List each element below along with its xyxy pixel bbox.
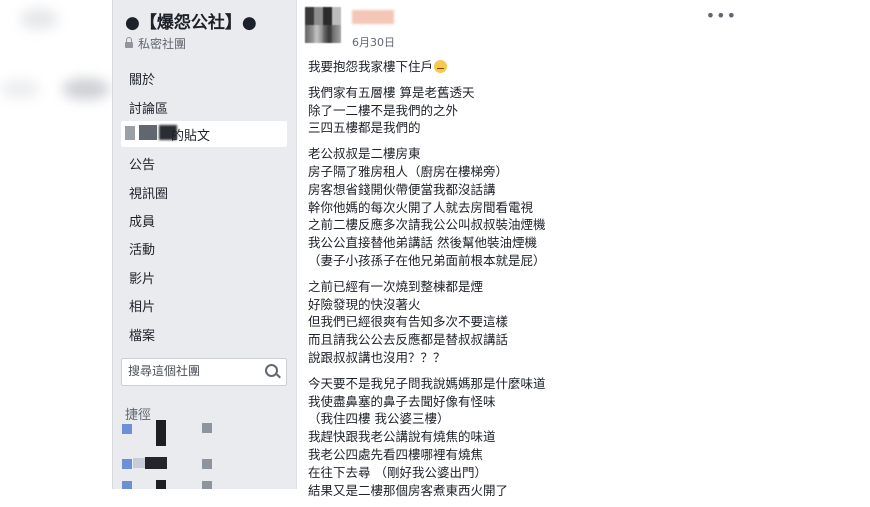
- blurred-name: [125, 126, 135, 140]
- blurred-shortcut-name: [202, 423, 212, 433]
- nav-item-members[interactable]: 成員: [129, 211, 155, 230]
- unamused-face-icon: [434, 60, 448, 73]
- nav-item-announcements[interactable]: 公告: [129, 154, 155, 173]
- post-line: 結果又是二樓那個房客煮東西火開了: [308, 482, 509, 498]
- lock-icon: [125, 37, 133, 48]
- nav-item-my-posts[interactable]: 的貼文: [121, 121, 287, 147]
- post-line: 我們家有五層樓 算是老舊透天: [308, 84, 475, 100]
- post-line: 三四五樓都是我們的: [308, 120, 421, 136]
- post-line: 而且請我公公去反應都是替叔叔講話: [308, 332, 509, 348]
- post-line: 老公叔叔是二樓房東: [308, 146, 421, 162]
- post-line: （妻子小孩孫子在他兄弟面前根本就是屁）: [308, 252, 546, 268]
- group-title[interactable]: ●【爆怨公社】●: [125, 8, 257, 33]
- post-line: 今天要不是我兒子問我說媽媽那是什麼味道: [308, 375, 546, 391]
- group-privacy: 私密社團: [125, 35, 186, 52]
- background-blurred-area: [0, 0, 112, 489]
- shortcuts-title: 捷徑: [125, 408, 152, 423]
- post-paragraph: 之前已經有一次燒到整棟都是煙 好險發現的快沒著火 但我們已經很爽有告知多次不要這…: [308, 278, 738, 367]
- author-name-blurred[interactable]: [352, 10, 394, 24]
- post-line: 說跟叔叔講也沒用？？？: [308, 349, 446, 365]
- post-line: 但我們已經很爽有告知多次不要這樣: [308, 314, 509, 330]
- post-paragraph: 我要抱怨我家樓下住戶: [308, 58, 738, 76]
- nav-item-discussion[interactable]: 討論區: [129, 98, 168, 117]
- post-line: （我住四樓 我公婆三樓）: [308, 411, 450, 427]
- blurred-shortcut-name: [156, 420, 166, 446]
- post-line: 在往下去尋 （剛好我公婆出門）: [308, 464, 487, 480]
- group-sidebar: ●【爆怨公社】● 私密社團 關於 討論區 的貼文 公告 視訊圈 成員 活動 影片…: [112, 0, 296, 489]
- post-line: 我公公直接替他弟講話 然後幫他裝油煙機: [308, 235, 537, 251]
- group-privacy-label: 私密社團: [138, 37, 187, 51]
- blurred-shortcut-name: [133, 458, 145, 468]
- nav-item-photos[interactable]: 相片: [129, 296, 155, 315]
- post-line: 我使盡鼻塞的鼻子去聞好像有怪味: [308, 393, 496, 409]
- shortcut-icon: [122, 481, 132, 489]
- group-search-input[interactable]: [128, 364, 258, 378]
- post-line: 之前已經有一次燒到整棟都是煙: [308, 278, 484, 294]
- author-avatar[interactable]: [305, 7, 341, 43]
- nav-item-files[interactable]: 檔案: [129, 325, 155, 344]
- post-line: 我老公四處先看四樓哪裡有燒焦: [308, 446, 484, 462]
- post-paragraph: 我們家有五層樓 算是老舊透天 除了一二樓不是我們的之外 三四五樓都是我們的: [308, 84, 738, 137]
- nav-item-video[interactable]: 視訊圈: [129, 183, 168, 202]
- post-date[interactable]: 6月30日: [352, 34, 395, 50]
- nav-item-my-posts-label: 的貼文: [171, 129, 211, 144]
- nav-item-about[interactable]: 關於: [129, 69, 155, 88]
- search-icon[interactable]: [265, 364, 278, 377]
- post-line: 房子隔了雅房租人（廚房在樓梯旁）: [308, 163, 509, 179]
- post-body: 我要抱怨我家樓下住戶 我們家有五層樓 算是老舊透天 除了一二樓不是我們的之外 三…: [308, 58, 738, 507]
- shortcut-icon: [122, 424, 132, 434]
- group-search[interactable]: [121, 358, 287, 386]
- post-paragraph: 老公叔叔是二樓房東 房子隔了雅房租人（廚房在樓梯旁） 房客想省錢開伙帶便當我都沒…: [308, 145, 738, 270]
- post-line: 房客想省錢開伙帶便當我都沒話講: [308, 181, 496, 197]
- post-line: 之前二樓反應多次請我公公叫叔叔裝油煙機: [308, 217, 546, 233]
- nav-item-events[interactable]: 活動: [129, 239, 155, 258]
- right-background: [747, 0, 870, 489]
- post-line: 我趕快跟我老公講說有燒焦的味道: [308, 429, 496, 445]
- blurred-name: [139, 125, 157, 140]
- post-paragraph: 今天要不是我兒子問我說媽媽那是什麼味道 我使盡鼻塞的鼻子去聞好像有怪味 （我住四…: [308, 375, 738, 500]
- post-line: 除了一二樓不是我們的之外: [308, 102, 459, 118]
- post-line: 我要抱怨我家樓下住戶: [308, 58, 738, 76]
- more-options-icon[interactable]: •••: [706, 6, 737, 25]
- nav-item-videos[interactable]: 影片: [129, 268, 155, 287]
- blurred-shortcut-name: [156, 480, 166, 489]
- shortcut-icon: [122, 459, 132, 469]
- blurred-shortcut-name: [202, 459, 212, 469]
- blurred-shortcut-name: [202, 481, 212, 489]
- post-line: 幹你他媽的每次火開了人就去房間看電視: [308, 199, 534, 215]
- blurred-shortcut-name: [145, 457, 167, 469]
- post-card: 6月30日 ••• 我要抱怨我家樓下住戶 我們家有五層樓 算是老舊透天 除了一二…: [296, 0, 748, 498]
- post-line: 好險發現的快沒著火: [308, 296, 421, 312]
